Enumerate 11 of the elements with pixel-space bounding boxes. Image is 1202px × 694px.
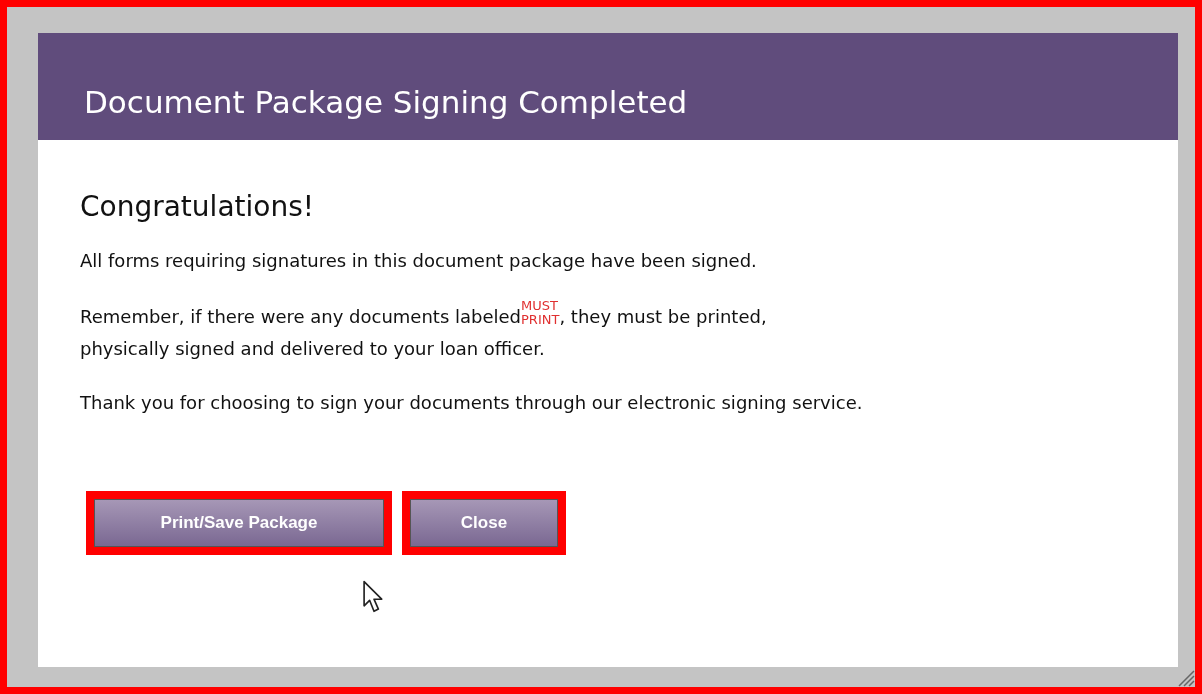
- reminder-text: , they must be printed,: [559, 305, 767, 329]
- message-text: All forms requiring signatures in this document package have been signed.: [80, 249, 758, 273]
- close-button[interactable]: Close: [410, 499, 558, 547]
- must-print-label: MUST PRINT: [521, 299, 560, 327]
- thanks-text: Thank you for choosing to sign your documents through our electronic signing service.: [80, 391, 864, 415]
- heading: Congratulations!: [80, 190, 315, 223]
- print-save-button[interactable]: Print/Save Package: [94, 499, 384, 547]
- dialog-title: Document Package Signing Completed: [84, 84, 688, 120]
- mouse-pointer-icon: [363, 580, 385, 614]
- reminder-text: physically signed and delivered to your loan officer.: [80, 337, 546, 361]
- reminder-text: Remember, if there were any documents labeled: [80, 305, 522, 329]
